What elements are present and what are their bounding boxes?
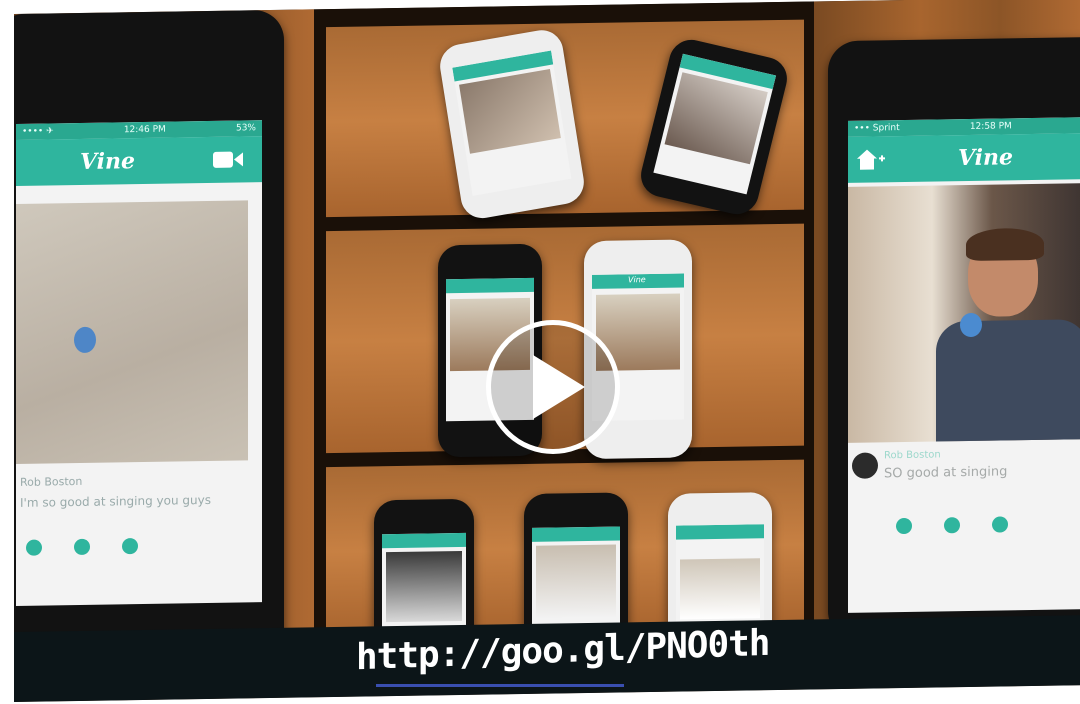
right-status-time: 12:58 PM (969, 121, 1012, 132)
bottom-phone-middle-bar (532, 526, 620, 542)
left-app-bar: Vine (16, 136, 262, 186)
right-video-hair (966, 227, 1044, 262)
right-video-shirt (936, 319, 1080, 442)
left-status-time: 12:46 PM (123, 124, 166, 136)
right-revine-icon[interactable] (992, 516, 1008, 533)
right-app-bar: Vine (848, 133, 1080, 183)
left-status-battery: 53% (235, 123, 256, 134)
right-comment-icon[interactable] (944, 517, 960, 534)
left-video-frame (16, 200, 248, 464)
left-comment-icon[interactable] (74, 538, 90, 556)
play-button[interactable] (486, 320, 620, 454)
middle-phone-black-bar (446, 277, 534, 294)
middle-phone-white-logo: Vine (628, 275, 646, 285)
right-video-frame (848, 183, 1080, 443)
home-icon[interactable] (856, 148, 886, 174)
bottom-phone-right-video (680, 558, 760, 620)
bottom-phone-middle-video (536, 544, 616, 618)
right-avatar[interactable] (852, 452, 878, 479)
top-phone-black-video (664, 72, 768, 165)
left-phone: •••• ✈ 12:46 PM 53% Vine Rob Boston I'm … (14, 9, 284, 675)
left-app-logo: Vine (80, 148, 136, 175)
left-like-icon[interactable] (26, 539, 42, 556)
top-phone-white-video (459, 68, 561, 154)
right-app-logo: Vine (958, 144, 1014, 172)
left-user-name: Rob Boston (20, 474, 83, 489)
bottom-phone-right-bar (676, 524, 764, 540)
right-status-carrier: ••• Sprint (854, 123, 900, 134)
left-phone-screen: •••• ✈ 12:46 PM 53% Vine Rob Boston I'm … (16, 120, 262, 606)
right-user-name[interactable]: Rob Boston (884, 449, 941, 461)
bottom-phone-left-bar (382, 532, 466, 549)
right-phone: ••• Sprint 12:58 PM Vine Rob Boston SO g… (828, 36, 1080, 642)
left-video-object (74, 326, 96, 354)
right-like-icon[interactable] (896, 517, 912, 535)
left-revine-icon[interactable] (122, 538, 138, 555)
right-caption: SO good at singing (884, 464, 1008, 482)
bottom-phone-left-video (386, 550, 462, 623)
left-caption: I'm so good at singing you guys (20, 492, 211, 510)
middle-phone-white-bar: Vine (592, 273, 684, 289)
left-status-carrier: •••• ✈ (22, 126, 54, 137)
video-camera-icon[interactable] (212, 148, 244, 175)
url-underline (376, 684, 624, 687)
right-phone-screen: ••• Sprint 12:58 PM Vine Rob Boston SO g… (848, 117, 1080, 613)
top-phone-black-screen (653, 53, 777, 195)
top-phone-white-screen (452, 50, 572, 196)
play-triangle-icon (533, 355, 585, 419)
